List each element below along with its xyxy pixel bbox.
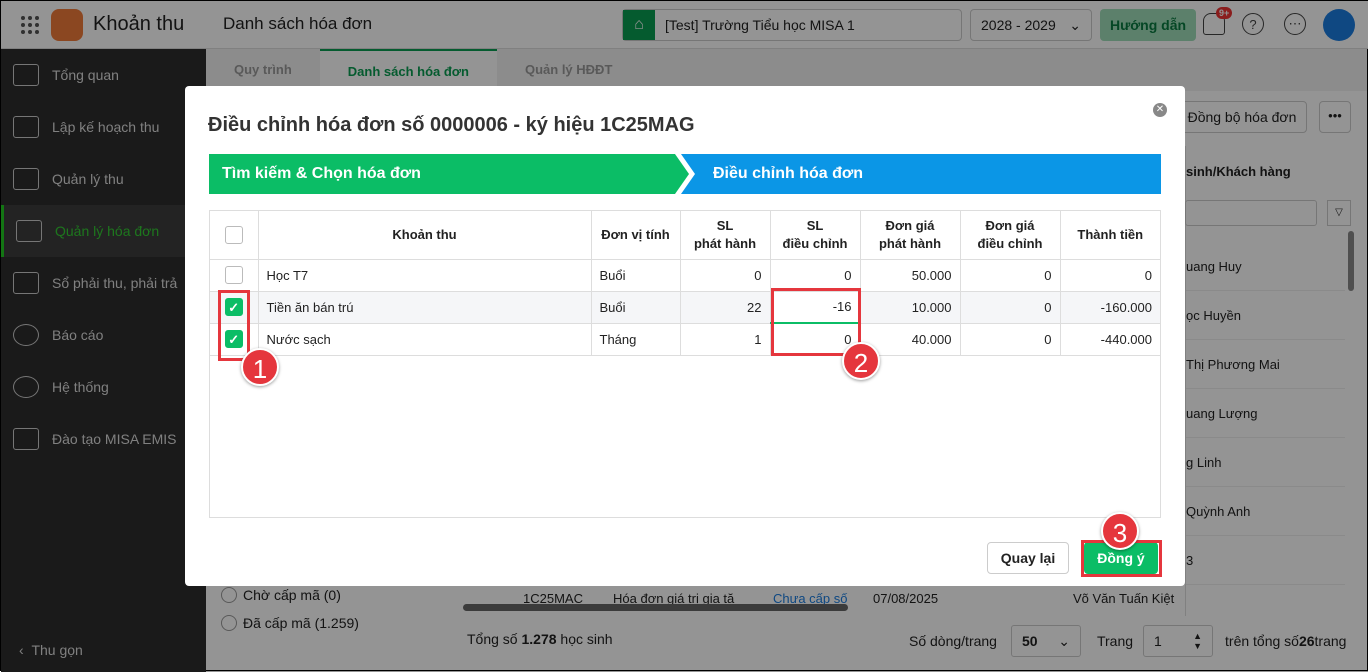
column-header: SL phát hành (680, 211, 771, 260)
column-header: Khoản thu (258, 211, 592, 260)
table-row: ✓ Tiền ăn bán trú Buổi 22 -16 10.000 0 -… (210, 291, 1160, 324)
select-all-checkbox[interactable] (224, 225, 243, 244)
column-header: Đơn giá điều chỉnh (960, 211, 1061, 260)
price-issued: 10.000 (860, 291, 961, 324)
close-icon[interactable]: ✕ (1153, 103, 1167, 117)
item-name: Nước sạch (258, 323, 592, 356)
item-name: Tiền ăn bán trú (258, 291, 592, 324)
qty-issued: 0 (680, 259, 771, 292)
adjust-table: Khoản thu Đơn vị tính SL phát hành SL đi… (209, 210, 1161, 518)
column-header: SL điều chỉnh (770, 211, 861, 260)
step-adjust: Điều chỉnh hóa đơn (681, 154, 1161, 194)
adjust-invoice-dialog: Điều chỉnh hóa đơn số 0000006 - ký hiệu … (185, 86, 1185, 586)
unit: Tháng (591, 323, 681, 356)
table-row: ✓ Nước sạch Tháng 1 0 40.000 0 -440.000 (210, 323, 1160, 356)
price-adjust-input[interactable]: 0 (960, 259, 1061, 292)
qty-issued: 22 (680, 291, 771, 324)
back-button[interactable]: Quay lại (987, 542, 1069, 574)
annotation-number: 1 (241, 348, 279, 386)
step-search: Tìm kiếm & Chọn hóa đơn (209, 154, 689, 194)
column-header: Thành tiền (1060, 211, 1160, 260)
amount: 0 (1060, 259, 1160, 292)
annotation-number: 2 (842, 342, 880, 380)
annotation-highlight-checkboxes (218, 290, 250, 361)
qty-issued: 1 (680, 323, 771, 356)
unit: Buổi (591, 259, 681, 292)
amount: -160.000 (1060, 291, 1160, 324)
item-name: Học T7 (258, 259, 592, 292)
amount: -440.000 (1060, 323, 1160, 356)
table-header: Khoản thu Đơn vị tính SL phát hành SL đi… (210, 211, 1160, 260)
row-checkbox[interactable] (224, 266, 243, 284)
price-adjust-input[interactable]: 0 (960, 323, 1061, 356)
column-header: Đơn vị tính (591, 211, 681, 260)
table-row: Học T7 Buổi 0 0 50.000 0 0 (210, 259, 1160, 292)
stepper: Tìm kiếm & Chọn hóa đơn Điều chỉnh hóa đ… (209, 154, 1161, 194)
dialog-title: Điều chỉnh hóa đơn số 0000006 - ký hiệu … (208, 114, 695, 136)
unit: Buổi (591, 291, 681, 324)
annotation-number: 3 (1101, 512, 1139, 550)
price-issued: 50.000 (860, 259, 961, 292)
qty-adjust-input[interactable]: 0 (770, 259, 861, 292)
price-adjust-input[interactable]: 0 (960, 291, 1061, 324)
column-header: Đơn giá phát hành (860, 211, 961, 260)
